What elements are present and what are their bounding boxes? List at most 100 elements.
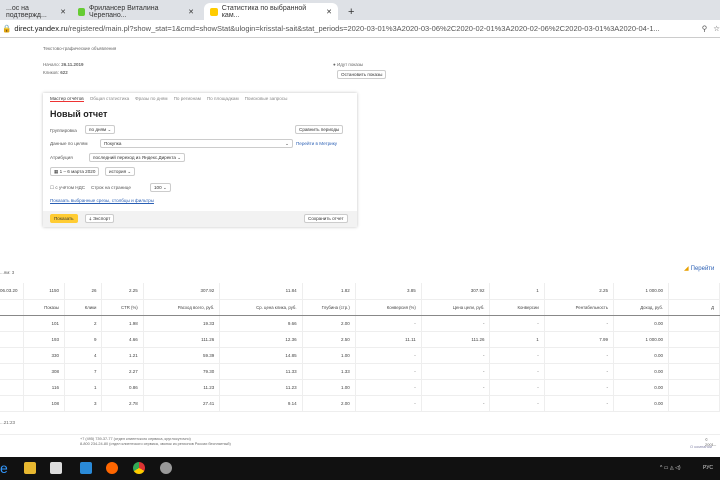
address-bar[interactable]: 🔒 direct.yandex.ru/registered/main.pl?sho… bbox=[0, 20, 720, 38]
tab-search-queries[interactable]: Поисковые запросы bbox=[245, 96, 288, 102]
metrika-icon: ◢ bbox=[684, 266, 689, 272]
url-host: direct.yandex.ru bbox=[14, 24, 68, 33]
table-cell: Показы bbox=[23, 299, 65, 316]
table-cell: 7.99 bbox=[544, 331, 614, 348]
table-cell: Доход, руб. bbox=[613, 299, 670, 316]
show-selected-link[interactable]: Показать выбранные срезы, столбцы и филь… bbox=[50, 198, 154, 203]
status-dot-icon: ● bbox=[333, 62, 336, 67]
table-cell: 79.30 bbox=[143, 363, 221, 380]
mail-icon[interactable] bbox=[80, 462, 92, 474]
firefox-icon[interactable] bbox=[106, 462, 118, 474]
table-cell: - bbox=[544, 347, 614, 364]
vat-checkbox[interactable]: ☐ с учётом НДС bbox=[50, 185, 85, 191]
chrome-icon[interactable] bbox=[133, 462, 145, 474]
close-icon[interactable]: ✕ bbox=[188, 8, 194, 16]
table-cell: - bbox=[355, 395, 422, 412]
table-cell: - bbox=[544, 315, 614, 332]
table-cell: 12.36 bbox=[219, 331, 303, 348]
grouping-select[interactable]: по дням ⌄ bbox=[85, 125, 116, 134]
history-select[interactable]: история ⌄ bbox=[105, 167, 136, 176]
goal-select[interactable]: Покупка ⌄ bbox=[100, 139, 293, 148]
show-button[interactable]: Показать bbox=[50, 214, 78, 223]
table-cell: Рентабельность bbox=[544, 299, 614, 316]
table-row: 108 3 2.78 27.41 9.14 2.00- - - -0.00 bbox=[0, 395, 720, 412]
table-cell: 0.00 bbox=[613, 315, 670, 332]
tab-phrases[interactable]: Фразы по дням bbox=[135, 96, 167, 102]
table-cell: Клики bbox=[64, 299, 103, 316]
stop-ads-button[interactable]: Остановить показы bbox=[337, 70, 387, 79]
table-cell: 2.50 bbox=[302, 331, 356, 348]
table-cell: 26 bbox=[64, 283, 103, 300]
table-cell: 0.86 bbox=[101, 379, 144, 396]
app-icon[interactable] bbox=[160, 462, 172, 474]
tab-sites[interactable]: По площадкам bbox=[207, 96, 239, 102]
support-phone-2: 8-800 234-24-80 (отдел клиентского серви… bbox=[80, 442, 231, 446]
about-link[interactable]: О компании bbox=[690, 444, 712, 449]
table-cell: - bbox=[421, 347, 491, 364]
close-icon[interactable]: ✕ bbox=[326, 8, 332, 16]
tab-report-wizard[interactable]: Мастер отчётов bbox=[50, 96, 84, 102]
table-cell: 11.11 bbox=[355, 331, 422, 348]
report-tabs: Мастер отчётов Общая статистика Фразы по д… bbox=[50, 96, 287, 102]
file-explorer-icon[interactable] bbox=[24, 462, 36, 474]
save-report-button[interactable]: Сохранить отчет bbox=[304, 214, 348, 223]
table-cell: 111.26 bbox=[143, 331, 221, 348]
table-cell bbox=[0, 299, 24, 316]
table-cell: 1 000.00 bbox=[613, 283, 670, 300]
close-icon[interactable]: ✕ bbox=[60, 8, 66, 16]
table-cell: 1.98 bbox=[101, 315, 144, 332]
update-time: ...21:23 bbox=[0, 420, 16, 425]
star-icon[interactable]: ☆ bbox=[713, 24, 720, 33]
metrika-link[interactable]: Перейти в Метрику bbox=[296, 141, 337, 146]
table-cell: 2.25 bbox=[544, 283, 614, 300]
clicks-label: Кликов: bbox=[43, 70, 59, 75]
tray-icons[interactable]: ^ ▭ ◬ ◁) bbox=[660, 465, 681, 471]
table-cell: - bbox=[421, 315, 491, 332]
url-path: /registered/main.pl?show_stat=1&cmd=show… bbox=[67, 24, 660, 33]
support-phone-1: +7 (495) 739-37-77 (отдел клиентского се… bbox=[80, 437, 191, 441]
table-cell: CTR (%) bbox=[101, 299, 144, 316]
tab-general[interactable]: Общая статистика bbox=[90, 96, 129, 102]
table-row: 193 9 4.66 111.26 12.36 2.50 11.11 111.26 1 7.99 1… bbox=[0, 331, 720, 348]
table-cell: 1.00 bbox=[302, 347, 356, 364]
store-icon[interactable] bbox=[50, 462, 62, 474]
table-cell: 11.84 bbox=[219, 283, 303, 300]
compare-periods-button[interactable]: Сравнить периоды bbox=[295, 125, 344, 134]
table-cell: 1 bbox=[489, 331, 545, 348]
table-cell: 11.23 bbox=[143, 379, 221, 396]
table-cell: 3.85 bbox=[355, 283, 422, 300]
export-button[interactable]: ⍋ Экспорт bbox=[85, 214, 115, 223]
edge-icon[interactable]: e bbox=[0, 460, 12, 476]
metrika-link-right-label[interactable]: Перейти bbox=[691, 266, 715, 272]
browser-tab[interactable]: ...ос на подтвержд... ✕ bbox=[0, 3, 72, 20]
browser-tab[interactable]: Фрилансер Виталина Черепано... ✕ bbox=[72, 3, 200, 20]
clicks-value: 622 bbox=[60, 70, 68, 75]
new-tab-button[interactable]: + bbox=[342, 3, 360, 20]
table-cell: - bbox=[489, 379, 545, 396]
tab-regions[interactable]: По регионам bbox=[174, 96, 201, 102]
rows-select[interactable]: 100 ⌄ bbox=[150, 183, 171, 192]
table-cell: Глубина (стр.) bbox=[302, 299, 356, 316]
table-cell: 1.33 bbox=[302, 363, 356, 380]
attribution-select[interactable]: последний переход из Яндекс.Директа ⌄ bbox=[89, 153, 186, 162]
table-cell: - bbox=[544, 363, 614, 380]
date-range-picker[interactable]: ▦ 1 – 6 марта 2020 bbox=[50, 167, 100, 176]
table-cell: 1150 bbox=[23, 283, 65, 300]
yandex-favicon-icon bbox=[210, 7, 218, 16]
table-cell: 108 bbox=[23, 395, 65, 412]
table-cell: 9.14 bbox=[219, 395, 303, 412]
language-indicator[interactable]: РУС bbox=[703, 465, 713, 471]
table-row: 330 4 1.21 59.39 14.85 1.00- - - -0.00 bbox=[0, 347, 720, 364]
table-cell: 9.66 bbox=[219, 315, 303, 332]
table-cell: Конверсия (%) bbox=[355, 299, 422, 316]
search-icon[interactable]: ⚲ bbox=[702, 24, 708, 33]
table-cell: 0.00 bbox=[613, 347, 670, 364]
table-cell: 27.41 bbox=[143, 395, 221, 412]
metrika-link-right[interactable]: ◢ Перейти bbox=[684, 265, 715, 273]
table-cell: - bbox=[421, 395, 491, 412]
browser-tab-bar: ...ос на подтвержд... ✕ Фрилансер Виталин… bbox=[0, 0, 720, 20]
report-title: Новый отчет bbox=[50, 109, 108, 119]
favicon-icon bbox=[78, 7, 85, 16]
browser-tab-active[interactable]: Статистика по выбранной кам... ✕ bbox=[204, 3, 338, 20]
taskbar: e ^ ▭ ◬ ◁) РУС bbox=[0, 457, 720, 480]
